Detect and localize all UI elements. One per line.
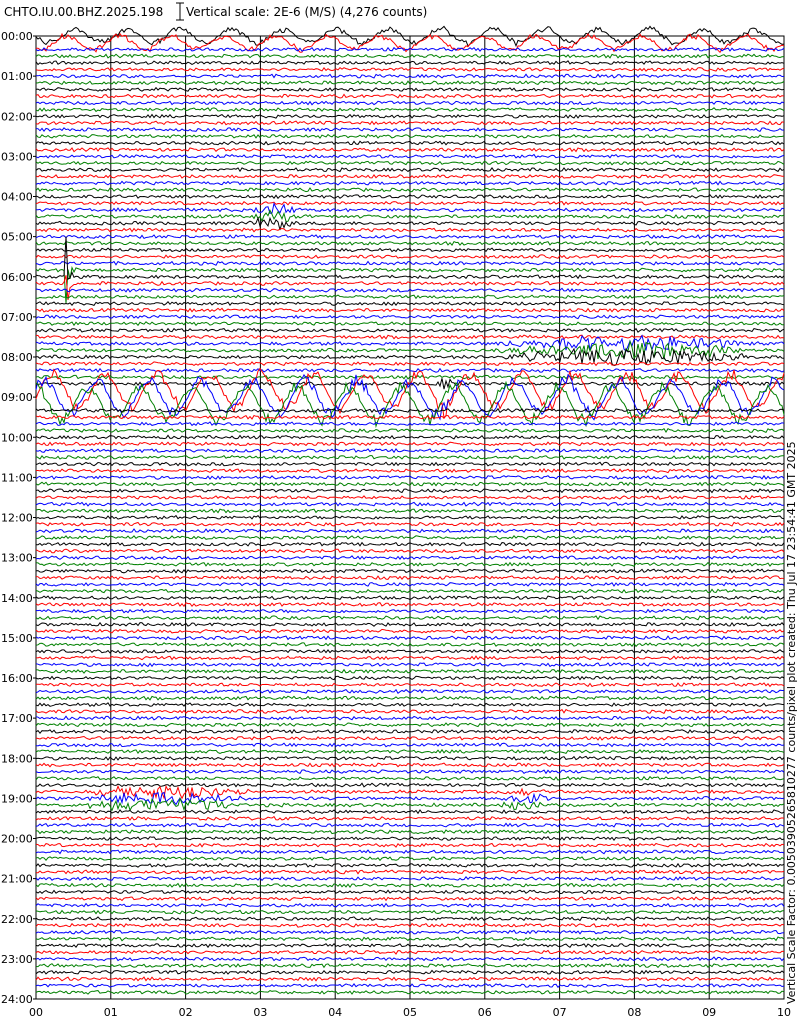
hour-tick-label: 08:00 bbox=[1, 351, 33, 364]
minute-tick-label: 03 bbox=[253, 1006, 267, 1019]
hour-tick-label: 14:00 bbox=[1, 592, 33, 605]
hour-tick-label: 09:00 bbox=[1, 391, 33, 404]
hour-tick-label: 05:00 bbox=[1, 231, 33, 244]
hour-tick-label: 15:00 bbox=[1, 632, 33, 645]
hour-tick-label: 23:00 bbox=[1, 953, 33, 966]
minute-tick-label: 07 bbox=[553, 1006, 567, 1019]
station-title: CHTO.IU.00.BHZ.2025.198 bbox=[4, 5, 163, 19]
hour-tick-label: 01:00 bbox=[1, 70, 33, 83]
hour-tick-label: 11:00 bbox=[1, 471, 33, 484]
hour-tick-label: 20:00 bbox=[1, 833, 33, 846]
hour-tick-label: 16:00 bbox=[1, 672, 33, 685]
minute-tick-label: 10 bbox=[777, 1006, 791, 1019]
hour-tick-label: 07:00 bbox=[1, 311, 33, 324]
hour-tick-label: 00:00 bbox=[1, 30, 33, 43]
minute-tick-label: 00 bbox=[29, 1006, 43, 1019]
minute-tick-label: 05 bbox=[403, 1006, 417, 1019]
hour-tick-label: 21:00 bbox=[1, 873, 33, 886]
minute-tick-label: 06 bbox=[478, 1006, 492, 1019]
minute-tick-label: 08 bbox=[627, 1006, 641, 1019]
minute-tick-label: 09 bbox=[702, 1006, 716, 1019]
hour-tick-label: 10:00 bbox=[1, 431, 33, 444]
hour-tick-label: 12:00 bbox=[1, 512, 33, 525]
hour-tick-label: 22:00 bbox=[1, 913, 33, 926]
minute-tick-label: 02 bbox=[179, 1006, 193, 1019]
scale-bar-icon bbox=[176, 2, 184, 21]
hour-axis: 00:00 01:00 02:00 03:00 04:00 05:00 06:00 07:00… bbox=[1, 30, 36, 1006]
hour-tick-label: 18:00 bbox=[1, 752, 33, 765]
hour-tick-label: 17:00 bbox=[1, 712, 33, 725]
hour-tick-label: 24:00 bbox=[1, 993, 33, 1006]
hour-tick-label: 19:00 bbox=[1, 792, 33, 805]
hour-tick-label: 13:00 bbox=[1, 552, 33, 565]
hour-tick-label: 04:00 bbox=[1, 191, 33, 204]
helicorder-plot: CHTO.IU.00.BHZ.2025.198 Vertical scale: … bbox=[1, 2, 798, 1019]
vertical-scale-label: Vertical scale: 2E-6 (M/S) (4,276 counts… bbox=[186, 5, 427, 19]
minute-axis: 00 01 02 03 04 05 06 07 08 09 10 bbox=[29, 1006, 791, 1019]
hour-tick-label: 02:00 bbox=[1, 110, 33, 123]
scale-factor-note: Vertical Scale Factor: 0.005039052658102… bbox=[785, 441, 798, 1004]
minute-tick-label: 04 bbox=[328, 1006, 342, 1019]
hour-tick-label: 06:00 bbox=[1, 271, 33, 284]
minute-tick-label: 01 bbox=[104, 1006, 118, 1019]
hour-tick-label: 03:00 bbox=[1, 150, 33, 163]
